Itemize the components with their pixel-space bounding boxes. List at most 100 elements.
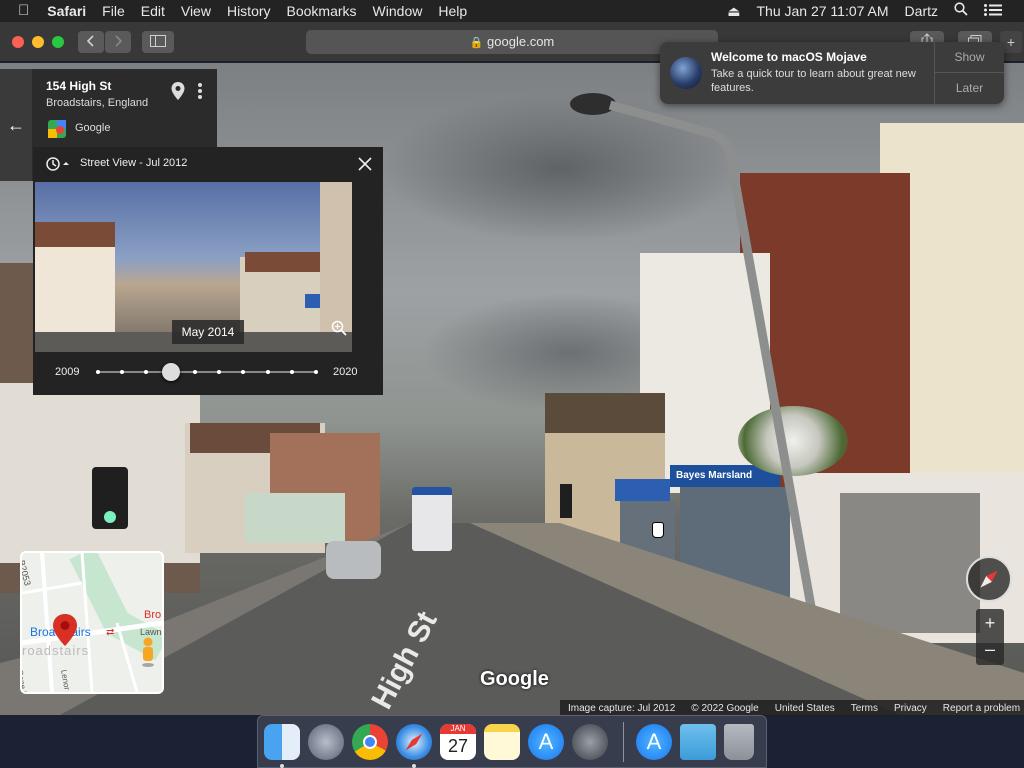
notification-title: Welcome to macOS Mojave bbox=[711, 50, 867, 64]
timeline-end-label: 2020 bbox=[333, 366, 358, 378]
close-panel-button[interactable] bbox=[356, 155, 374, 173]
timeline-stop[interactable] bbox=[289, 370, 294, 374]
zoom-window-button[interactable] bbox=[52, 36, 64, 48]
finder-icon[interactable] bbox=[264, 724, 300, 760]
minimap-roads bbox=[22, 553, 162, 692]
apple-menu-icon[interactable]:  bbox=[0, 0, 39, 22]
mojave-app-icon bbox=[670, 57, 702, 89]
google-maps-logo-icon bbox=[48, 120, 66, 143]
menu-view[interactable]: View bbox=[173, 0, 219, 22]
timeline-stop[interactable] bbox=[265, 370, 270, 374]
map-pin-icon bbox=[53, 614, 77, 646]
notification-banner[interactable]: Welcome to macOS Mojave Take a quick tou… bbox=[660, 42, 1004, 104]
map-footer: Image capture: Jul 2012 © 2022 Google Un… bbox=[560, 700, 1024, 716]
report-problem-link[interactable]: Report a problem bbox=[935, 703, 1024, 714]
arrow-left-icon: ← bbox=[7, 115, 25, 135]
address-bar[interactable]: 🔒 google.com bbox=[306, 30, 718, 54]
street-view-header: Street View - Jul 2012 bbox=[80, 157, 188, 169]
close-window-button[interactable] bbox=[12, 36, 24, 48]
preview-image[interactable]: May 2014 bbox=[35, 182, 352, 352]
chrome-icon[interactable] bbox=[352, 724, 388, 760]
address-text: google.com bbox=[487, 34, 555, 49]
more-options-icon[interactable] bbox=[194, 81, 206, 101]
compass-button[interactable] bbox=[966, 556, 1012, 602]
timeline-stop[interactable] bbox=[314, 370, 318, 374]
region-link[interactable]: United States bbox=[767, 703, 843, 714]
lock-icon: 🔒 bbox=[469, 37, 484, 49]
running-indicator bbox=[412, 764, 416, 768]
forward-button[interactable] bbox=[105, 31, 131, 53]
user-menu[interactable]: Dartz bbox=[897, 0, 946, 22]
app-menu[interactable]: Safari bbox=[39, 0, 94, 22]
hand-cursor-icon bbox=[652, 522, 664, 538]
sidebar-icon bbox=[150, 35, 166, 47]
zoom-controls: + – bbox=[976, 609, 1004, 665]
menu-file[interactable]: File bbox=[94, 0, 133, 22]
dock: JAN 27 A A bbox=[257, 715, 767, 768]
zoom-in-icon[interactable] bbox=[351, 320, 352, 338]
eject-icon[interactable]: ⏏ bbox=[719, 0, 748, 22]
notification-center-icon[interactable] bbox=[976, 0, 1024, 22]
clock[interactable]: Thu Jan 27 11:07 AM bbox=[748, 0, 896, 22]
history-icon[interactable] bbox=[45, 156, 69, 177]
timeline-stop[interactable] bbox=[120, 370, 125, 374]
menu-history[interactable]: History bbox=[219, 0, 279, 22]
menu-edit[interactable]: Edit bbox=[133, 0, 173, 22]
system-preferences-icon[interactable] bbox=[572, 724, 608, 760]
timeline-stop[interactable] bbox=[217, 370, 222, 374]
google-watermark: Google bbox=[480, 668, 549, 690]
image-capture-date: Image capture: Jul 2012 bbox=[568, 702, 676, 714]
app-store-icon[interactable]: A bbox=[528, 724, 564, 760]
timeline-stop[interactable] bbox=[144, 370, 149, 374]
notification-later-button[interactable]: Later bbox=[934, 73, 1004, 104]
menu-help[interactable]: Help bbox=[430, 0, 475, 22]
calendar-day: 27 bbox=[447, 736, 469, 756]
compass-icon bbox=[980, 570, 998, 588]
sidebar-button[interactable] bbox=[142, 31, 174, 53]
pegman-icon[interactable] bbox=[140, 637, 156, 667]
minimap-corner-label: Bro bbox=[144, 609, 162, 621]
privacy-link[interactable]: Privacy bbox=[886, 703, 935, 714]
menu-bookmarks[interactable]: Bookmarks bbox=[279, 0, 365, 22]
notification-show-button[interactable]: Show bbox=[934, 42, 1004, 73]
traffic-light-green bbox=[104, 511, 116, 523]
back-arrow-button[interactable]: ← bbox=[0, 69, 32, 181]
zoom-out-button[interactable]: – bbox=[976, 637, 1004, 665]
timeline-stop[interactable] bbox=[96, 370, 100, 374]
app-store-download-icon[interactable]: A bbox=[636, 724, 672, 760]
chevron-left-icon bbox=[86, 35, 94, 47]
traffic-light-right bbox=[560, 484, 572, 518]
calendar-icon[interactable]: JAN 27 bbox=[440, 724, 476, 760]
back-button[interactable] bbox=[78, 31, 104, 53]
trash-icon[interactable] bbox=[724, 724, 754, 760]
car bbox=[326, 541, 381, 579]
notification-body: Take a quick tour to learn about great n… bbox=[711, 68, 916, 94]
timeline-selected-handle[interactable] bbox=[161, 363, 180, 381]
timeline-stop[interactable] bbox=[192, 370, 197, 374]
notes-icon[interactable] bbox=[484, 724, 520, 760]
minimize-window-button[interactable] bbox=[32, 36, 44, 48]
running-indicator bbox=[280, 764, 284, 768]
launchpad-icon[interactable] bbox=[308, 724, 344, 760]
magnifier-icon[interactable] bbox=[331, 320, 347, 336]
safari-icon[interactable] bbox=[396, 724, 432, 760]
minimap[interactable]: B2053 Bro Lawn Broadstairs ⇄ roadstairs … bbox=[20, 551, 164, 694]
menu-window[interactable]: Window bbox=[365, 0, 431, 22]
calendar-month: JAN bbox=[440, 724, 476, 734]
menu-bar:  Safari File Edit View History Bookmark… bbox=[0, 0, 1024, 22]
street-view-timeline-panel: Street View - Jul 2012 May 2014 2009 202… bbox=[33, 147, 383, 395]
place-subtitle: Broadstairs, England bbox=[46, 97, 149, 109]
terms-link[interactable]: Terms bbox=[843, 703, 886, 714]
zoom-in-button[interactable]: + bbox=[976, 609, 1004, 637]
spotlight-icon[interactable] bbox=[946, 0, 976, 22]
timeline-stop[interactable] bbox=[241, 370, 246, 374]
location-pin-icon[interactable] bbox=[170, 81, 186, 106]
rail-station-icon: ⇄ bbox=[106, 627, 115, 638]
minimap-lane-label: Lawn bbox=[140, 627, 162, 637]
timeline-track bbox=[98, 371, 316, 373]
chevron-right-icon bbox=[115, 35, 123, 47]
bus bbox=[412, 487, 452, 551]
copyright: © 2022 Google bbox=[691, 702, 759, 714]
preview-roof bbox=[35, 222, 115, 247]
downloads-folder-icon[interactable] bbox=[680, 724, 716, 760]
